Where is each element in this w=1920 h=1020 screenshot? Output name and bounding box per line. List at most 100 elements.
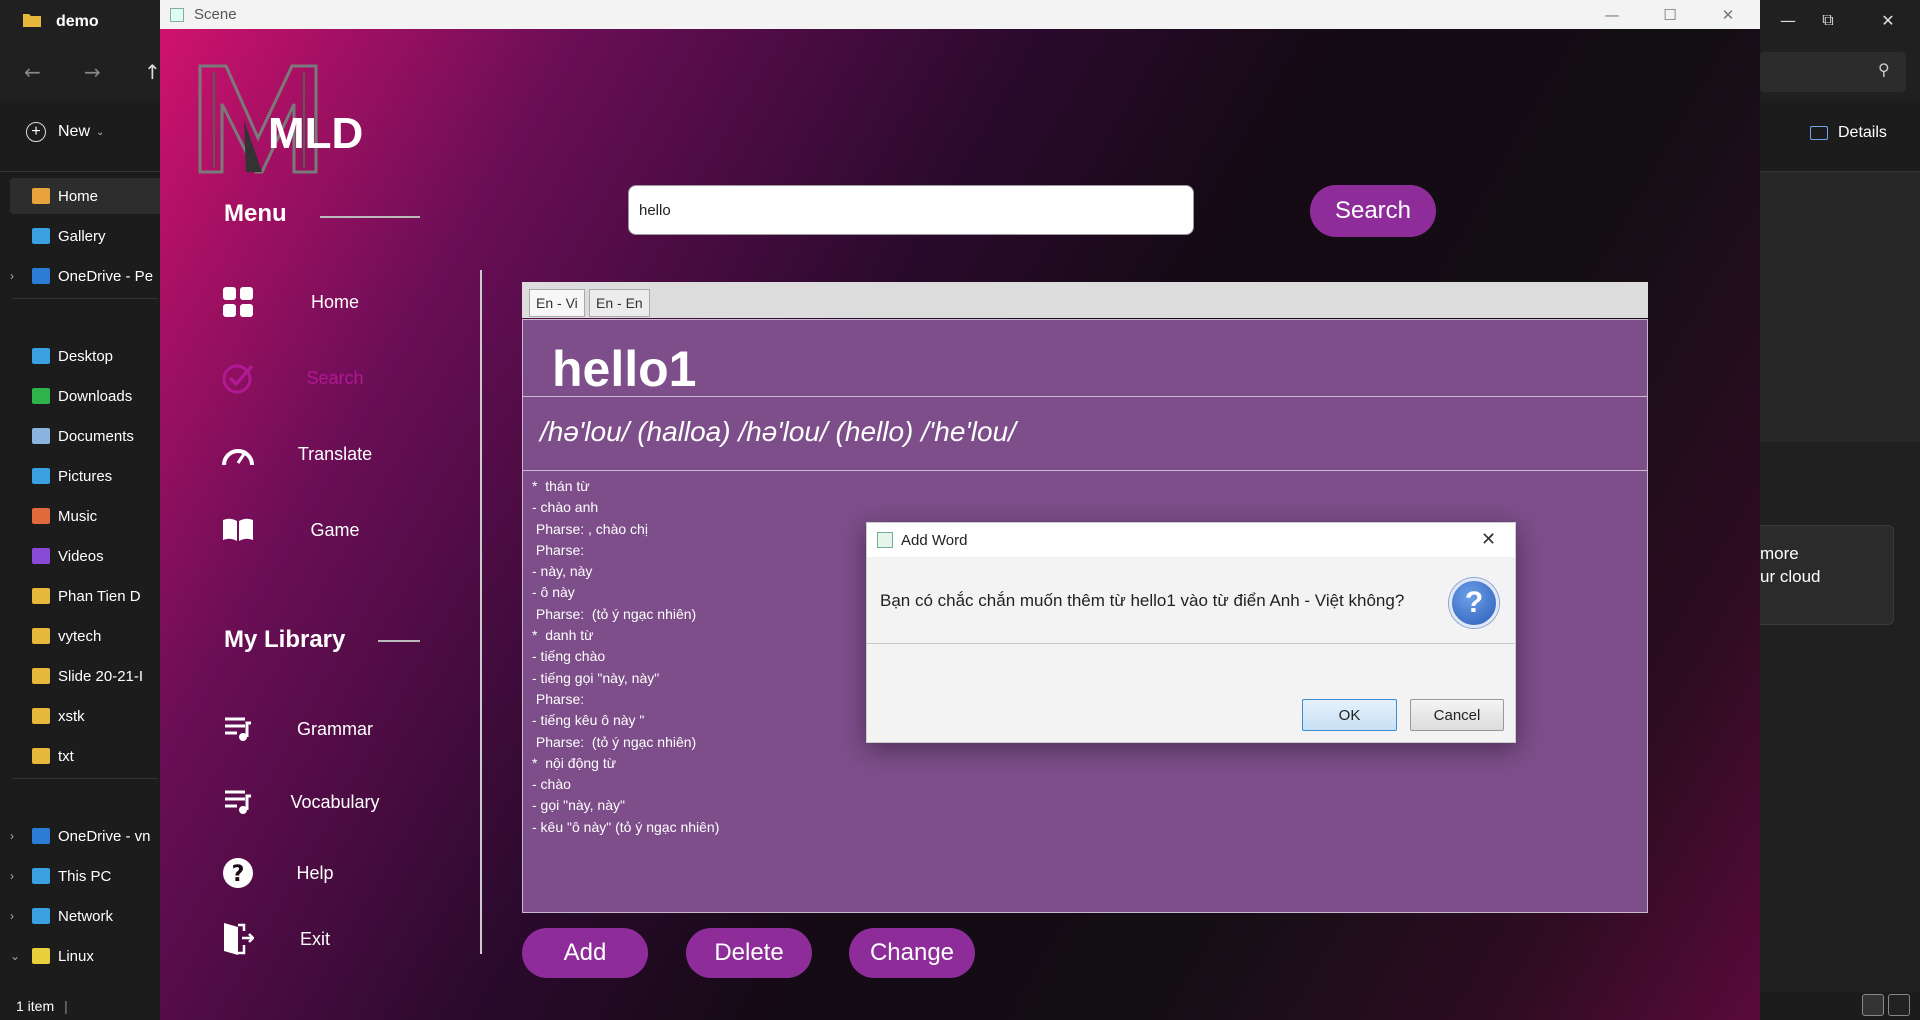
nav-home-label: Home xyxy=(310,291,359,312)
location-icon xyxy=(32,868,50,884)
explorer-close-button[interactable]: ✕ xyxy=(1860,0,1916,40)
close-icon[interactable]: ✕ xyxy=(1481,529,1496,550)
sidebar-item[interactable]: vytech xyxy=(10,618,160,654)
nav-search-label: Search xyxy=(306,367,364,388)
explorer-tab[interactable]: demo xyxy=(0,0,160,44)
sidebar-item-label: xstk xyxy=(58,707,85,725)
scene-title: Scene xyxy=(194,6,237,23)
sidebar-item-label: vytech xyxy=(58,627,102,645)
sidebar-item[interactable]: Home xyxy=(10,178,160,214)
sidebar-item[interactable]: xstk xyxy=(10,698,160,734)
search-input[interactable] xyxy=(628,185,1194,235)
chevron-icon[interactable]: › xyxy=(10,829,32,843)
sidebar-item[interactable]: Slide 20-21-I xyxy=(10,658,160,694)
tab-en-en[interactable]: En - En xyxy=(589,289,650,317)
sidebar-item[interactable]: › OneDrive - vn xyxy=(10,818,160,854)
sidebar-item[interactable]: txt xyxy=(10,738,160,774)
sidebar-item[interactable]: ⌄ Linux xyxy=(10,938,160,974)
location-icon xyxy=(32,428,50,444)
scene-minimize-button[interactable]: — xyxy=(1587,0,1637,29)
search-button[interactable]: Search xyxy=(1310,185,1436,237)
sidebar-separator xyxy=(12,778,158,779)
sidebar-item-label: Linux xyxy=(58,947,94,965)
sidebar-item[interactable]: › This PC xyxy=(10,858,160,894)
details-view-button[interactable] xyxy=(1862,994,1884,1016)
nav-translate[interactable]: Translate xyxy=(220,433,450,475)
scene-maximize-button[interactable]: ☐ xyxy=(1645,0,1695,29)
sidebar-item[interactable]: Pictures xyxy=(10,458,160,494)
sidebar-item[interactable]: Desktop xyxy=(10,338,160,374)
sidebar-item-label: Videos xyxy=(58,547,104,565)
chevron-icon[interactable]: › xyxy=(10,269,32,283)
location-icon xyxy=(32,548,50,564)
search-icon: ⚲ xyxy=(1878,60,1890,79)
onedrive-promo-card[interactable]: more ur cloud xyxy=(1760,525,1894,625)
library-exit-label: Exit xyxy=(299,928,330,949)
forward-arrow-icon[interactable]: → xyxy=(84,60,101,84)
library-heading: My Library xyxy=(224,626,346,653)
panel-divider xyxy=(522,470,1648,471)
nav-game[interactable]: Game xyxy=(220,509,450,551)
sidebar-item-label: Music xyxy=(58,507,98,525)
menu-divider xyxy=(320,216,420,218)
details-button[interactable]: Details xyxy=(1810,124,1887,142)
nav-search[interactable]: Search xyxy=(220,357,450,399)
library-exit[interactable]: Exit xyxy=(220,918,450,960)
sidebar-item[interactable]: Downloads xyxy=(10,378,160,414)
sidebar-item-label: Home xyxy=(58,187,99,205)
location-icon xyxy=(32,708,50,724)
question-icon: ? xyxy=(1449,578,1499,628)
tab-bar xyxy=(522,282,1648,318)
panel-divider xyxy=(522,396,1648,397)
sidebar-item[interactable]: Gallery xyxy=(10,218,160,254)
plus-icon: + xyxy=(26,122,46,142)
sidebar-item[interactable]: Phan Tien D xyxy=(10,578,160,614)
chevron-icon[interactable]: ⌄ xyxy=(10,949,32,963)
new-button-label: New xyxy=(58,123,91,140)
sidebar-item-label: Gallery xyxy=(58,227,106,245)
sidebar-item-label: Pictures xyxy=(58,467,113,485)
mld-logo: MLD xyxy=(196,60,396,180)
up-arrow-icon[interactable]: ↑ xyxy=(144,60,161,84)
scene-close-button[interactable]: ✕ xyxy=(1703,0,1753,29)
app-icon xyxy=(877,532,893,548)
svg-text:MLD: MLD xyxy=(268,109,363,158)
nav-home[interactable]: Home xyxy=(220,281,450,323)
sidebar-item[interactable]: › Network xyxy=(10,898,160,934)
library-grammar-label: Grammar xyxy=(297,718,373,739)
library-help[interactable]: ? Help xyxy=(220,852,450,894)
chevron-icon[interactable]: › xyxy=(10,909,32,923)
back-arrow-icon[interactable]: ← xyxy=(24,60,41,84)
sidebar-item[interactable]: Documents xyxy=(10,418,160,454)
scene-window: Scene — ☐ ✕ MLD Menu Home Search Transla… xyxy=(160,0,1760,1020)
explorer-maximize-button[interactable]: ⧉ xyxy=(1800,0,1856,40)
location-icon xyxy=(32,188,50,204)
details-pane xyxy=(1760,172,1920,442)
new-button[interactable]: + New ⌄ xyxy=(26,122,104,142)
dialog-message: Bạn có chắc chắn muốn thêm từ hello1 vào… xyxy=(880,591,1405,610)
ok-button[interactable]: OK xyxy=(1302,699,1397,731)
sidebar-item[interactable]: Music xyxy=(10,498,160,534)
location-icon xyxy=(32,668,50,684)
cancel-button[interactable]: Cancel xyxy=(1410,699,1504,731)
sidebar-item-label: Downloads xyxy=(58,387,133,405)
change-button[interactable]: Change xyxy=(849,928,975,978)
library-vocabulary-label: Vocabulary xyxy=(290,791,380,812)
library-vocabulary[interactable]: Vocabulary xyxy=(220,781,450,823)
definition-text: * thán từ - chào anh Pharse: , chào chị … xyxy=(532,478,720,835)
sidebar-item[interactable]: › OneDrive - Pe xyxy=(10,258,160,294)
add-button[interactable]: Add xyxy=(522,928,648,978)
explorer-sidebar: Home Gallery › OneDrive - Pe Desktop Download… xyxy=(0,172,160,992)
sidebar-divider xyxy=(480,270,482,954)
library-grammar[interactable]: Grammar xyxy=(220,708,450,750)
sidebar-item[interactable]: Videos xyxy=(10,538,160,574)
chevron-icon[interactable]: › xyxy=(10,869,32,883)
tiles-view-button[interactable] xyxy=(1888,994,1910,1016)
sidebar-item-label: OneDrive - Pe xyxy=(58,267,154,285)
sidebar-item-label: Phan Tien D xyxy=(58,587,141,605)
tab-en-vi[interactable]: En - Vi xyxy=(529,289,585,317)
explorer-search-box[interactable]: ⚲ xyxy=(1760,52,1906,92)
sidebar-item-label: Documents xyxy=(58,427,134,445)
delete-button[interactable]: Delete xyxy=(686,928,812,978)
library-divider xyxy=(378,640,420,642)
